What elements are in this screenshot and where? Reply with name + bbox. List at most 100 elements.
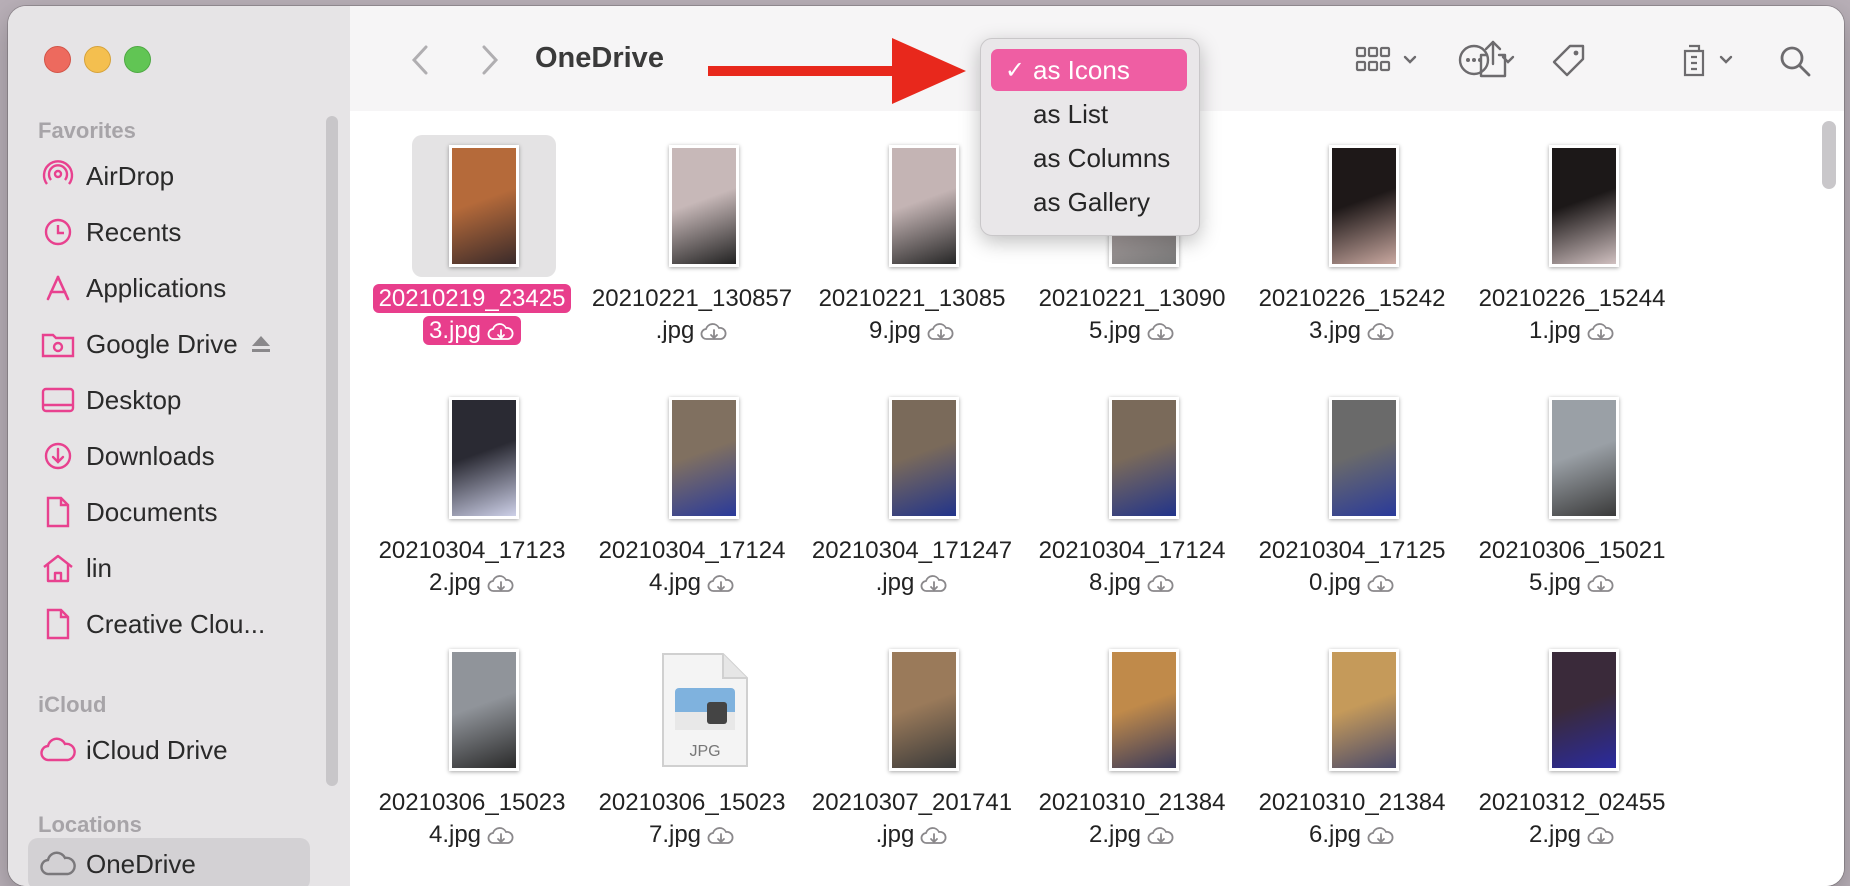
content-scrollbar[interactable]	[1822, 121, 1836, 189]
window-title: OneDrive	[535, 42, 664, 74]
cloud-download-icon[interactable]	[1587, 319, 1615, 351]
cloud-download-icon[interactable]	[1147, 823, 1175, 855]
cloud-download-icon[interactable]	[1367, 571, 1395, 603]
file-name: 20210307_201741 .jpg	[804, 787, 1020, 855]
file-item[interactable]: 20210226_15242 3.jpg	[1244, 135, 1460, 355]
file-thumbnail[interactable]	[1292, 387, 1436, 529]
share-button[interactable]	[1468, 34, 1518, 84]
sidebar-item-desktop[interactable]: Desktop	[28, 374, 310, 426]
file-thumbnail[interactable]	[412, 639, 556, 781]
image-thumbnail	[449, 145, 519, 267]
file-item[interactable]: 20210304_17123 2.jpg	[364, 387, 580, 607]
file-item[interactable]: 20210307_201741 .jpg	[804, 639, 1020, 859]
file-thumbnail[interactable]	[1072, 639, 1216, 781]
sidebar-item-label: Applications	[86, 272, 227, 303]
file-item[interactable]: 20210310_21384 6.jpg	[1244, 639, 1460, 859]
file-thumbnail[interactable]	[632, 387, 776, 529]
file-thumbnail[interactable]	[412, 387, 556, 529]
jpg-file-icon: JPG	[662, 653, 748, 767]
file-item[interactable]: 20210304_17125 0.jpg	[1244, 387, 1460, 607]
cloud-download-icon[interactable]	[1367, 319, 1395, 351]
file-item[interactable]: 20210304_17124 4.jpg	[584, 387, 800, 607]
cloud-download-icon[interactable]	[1147, 319, 1175, 351]
cloud-download-icon[interactable]	[487, 823, 515, 855]
menu-item-as-columns[interactable]: as Columns	[991, 137, 1187, 179]
file-thumbnail[interactable]	[632, 135, 776, 277]
cloud-download-icon[interactable]	[700, 319, 728, 351]
file-name-line: .jpg	[876, 821, 949, 848]
file-name: 20210304_171247 .jpg	[804, 535, 1020, 603]
file-thumbnail[interactable]	[852, 387, 996, 529]
file-name: 20210304_17124 4.jpg	[584, 535, 800, 603]
file-item[interactable]: 20210226_15244 1.jpg	[1464, 135, 1680, 355]
cloud-download-icon[interactable]	[487, 571, 515, 603]
cloud-download-icon[interactable]	[707, 823, 735, 855]
image-thumbnail	[1329, 145, 1399, 267]
sidebar-item-applications[interactable]: Applications	[28, 262, 310, 314]
file-name-line: 20210307_201741	[811, 789, 1013, 816]
close-window-button[interactable]	[44, 46, 71, 73]
sidebar-item-downloads[interactable]: Downloads	[28, 430, 310, 482]
group-button[interactable]	[1350, 36, 1422, 84]
sidebar-item-onedrive[interactable]: OneDrive	[28, 838, 310, 886]
file-name: 20210304_17124 8.jpg	[1024, 535, 1240, 603]
file-item[interactable]: JPG 20210306_15023 7.jpg	[584, 639, 800, 859]
file-name-line: 20210219_23425	[372, 284, 572, 313]
onedrive-menu-button[interactable]	[1666, 36, 1746, 84]
file-thumbnail[interactable]	[1292, 135, 1436, 277]
image-thumbnail	[669, 397, 739, 519]
sidebar-item-recents[interactable]: Recents	[28, 206, 310, 258]
menu-item-as-icons[interactable]: ✓ as Icons	[991, 49, 1187, 91]
file-item[interactable]: 20210306_15021 5.jpg	[1464, 387, 1680, 607]
menu-item-as-list[interactable]: as List	[991, 93, 1187, 135]
sidebar-item-label: AirDrop	[86, 160, 175, 191]
menu-item-as-gallery[interactable]: as Gallery	[991, 181, 1187, 223]
cloud-download-icon[interactable]	[487, 319, 515, 351]
sidebar-item-creative-cloud[interactable]: Creative Clou...	[28, 598, 310, 650]
sidebar-item-lin[interactable]: lin	[28, 542, 310, 594]
file-item[interactable]: 20210304_17124 8.jpg	[1024, 387, 1240, 607]
cloud-download-icon[interactable]	[1147, 571, 1175, 603]
image-thumbnail	[449, 649, 519, 771]
sidebar-item-google-drive[interactable]: Google Drive	[28, 318, 310, 370]
cloud-download-icon[interactable]	[1587, 571, 1615, 603]
file-item[interactable]: 20210306_15023 4.jpg	[364, 639, 580, 859]
file-thumbnail[interactable]	[1292, 639, 1436, 781]
image-thumbnail	[1109, 397, 1179, 519]
file-name-line: 3.jpg	[422, 316, 522, 345]
tags-button[interactable]	[1544, 36, 1594, 86]
eject-icon[interactable]	[250, 334, 272, 354]
minimize-window-button[interactable]	[84, 46, 111, 73]
cloud-download-icon[interactable]	[1587, 823, 1615, 855]
file-item[interactable]: 20210304_171247 .jpg	[804, 387, 1020, 607]
file-name-line: 20210304_171247	[811, 537, 1013, 564]
file-thumbnail[interactable]	[412, 135, 556, 277]
cloud-download-icon[interactable]	[1367, 823, 1395, 855]
file-thumbnail[interactable]	[852, 639, 996, 781]
sidebar-item-airdrop[interactable]: AirDrop	[28, 150, 310, 202]
file-thumbnail[interactable]: JPG	[632, 639, 776, 781]
forward-button[interactable]	[472, 42, 508, 78]
file-item[interactable]: 20210312_02455 2.jpg	[1464, 639, 1680, 859]
file-item[interactable]: 20210310_21384 2.jpg	[1024, 639, 1240, 859]
sidebar-item-label: OneDrive	[86, 848, 196, 879]
sidebar-item-icloud-drive[interactable]: iCloud Drive	[28, 724, 310, 776]
file-item[interactable]: 20210221_130857 .jpg	[584, 135, 800, 355]
cloud-download-icon[interactable]	[927, 319, 955, 351]
file-thumbnail[interactable]	[852, 135, 996, 277]
cloud-download-icon[interactable]	[707, 571, 735, 603]
sidebar-scrollbar[interactable]	[326, 116, 338, 786]
cloud-download-icon[interactable]	[920, 571, 948, 603]
file-thumbnail[interactable]	[1072, 387, 1216, 529]
zoom-window-button[interactable]	[124, 46, 151, 73]
file-thumbnail[interactable]	[1512, 639, 1656, 781]
file-type-badge: JPG	[689, 743, 720, 760]
back-button[interactable]	[402, 42, 438, 78]
search-button[interactable]	[1770, 36, 1820, 86]
file-name: 20210306_15021 5.jpg	[1464, 535, 1680, 603]
file-thumbnail[interactable]	[1512, 387, 1656, 529]
cloud-download-icon[interactable]	[920, 823, 948, 855]
file-thumbnail[interactable]	[1512, 135, 1656, 277]
sidebar-item-documents[interactable]: Documents	[28, 486, 310, 538]
file-item[interactable]: 20210219_23425 3.jpg	[364, 135, 580, 355]
